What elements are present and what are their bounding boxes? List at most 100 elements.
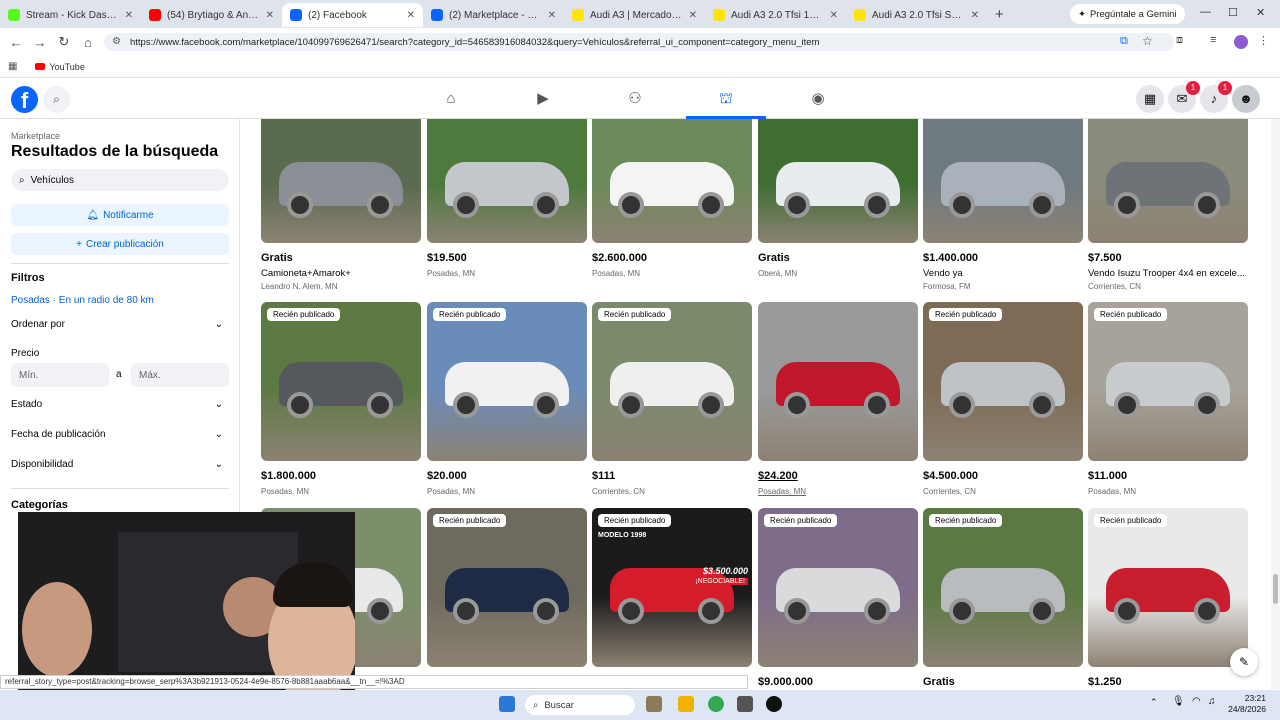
chevron-down-icon: ⌄ [214,319,223,330]
minimize-icon[interactable]: — [1200,6,1211,18]
file-explorer-icon[interactable] [678,696,694,712]
video-nav-icon[interactable]: ▶ [531,87,555,111]
calculator-icon[interactable] [737,696,753,712]
listing-photo[interactable] [427,119,587,243]
wheel-shape [618,598,644,625]
back-icon[interactable]: ← [4,35,28,50]
bookmark-youtube[interactable]: YouTube [35,62,85,72]
windows-start-icon[interactable] [499,696,515,712]
groups-nav-icon[interactable]: ◉ [806,87,830,111]
system-clock[interactable]: 23:21 24/8/2026 [1228,693,1266,715]
facebook-logo-icon[interactable]: f [11,86,38,113]
close-tab-icon[interactable]: ✕ [689,10,697,21]
close-tab-icon[interactable]: ✕ [407,10,415,21]
listing-photo[interactable] [758,302,918,461]
listing-price: $1.400.000 [923,252,979,264]
listings-grid: Gratis Camioneta+Amarok+ Leandro N. Alem, … [241,119,1266,689]
menu-grid-icon[interactable]: ▦ [1136,85,1164,113]
sort-dropdown[interactable]: Ordenar por ⌄ [11,319,223,330]
browser-tab[interactable]: (2) Facebook ✕ [282,3,423,27]
close-tab-icon[interactable]: ✕ [125,10,133,21]
listing-photo[interactable]: MODELO 1998 $3.500.000 ¡NEGOCIABLE! Recién … [592,508,752,667]
listing-photo[interactable]: Recién publicado [1088,508,1248,667]
state-dropdown[interactable]: Estado ⌄ [11,399,223,410]
new-listing-badge: Recién publicado [929,308,1003,321]
browser-tab[interactable]: Stream - Kick Dashbo ✕ [0,3,141,27]
volume-icon[interactable]: ♫ [1208,696,1216,707]
microphone-icon[interactable]: 🎙︎ [1172,696,1185,707]
close-tab-icon[interactable]: ✕ [830,10,838,21]
chrome-icon[interactable] [708,696,724,712]
friends-nav-icon[interactable]: ⚇ [623,87,647,111]
reload-icon[interactable]: ↻ [52,34,76,50]
obs-icon[interactable] [766,696,782,712]
listing-photo[interactable] [923,119,1083,243]
listing-photo[interactable] [1088,119,1248,243]
messenger-icon[interactable]: ✉ 1 [1168,81,1200,113]
app-icon[interactable] [646,696,662,712]
listing-photo[interactable]: Recién publicado [427,302,587,461]
bookmark-star-icon[interactable]: ☆ [1142,34,1153,48]
listing-photo[interactable] [261,119,421,243]
location-filter-link[interactable]: Posadas · En un radio de 80 km [11,295,154,306]
close-tab-icon[interactable]: ✕ [266,10,274,21]
reading-list-icon[interactable]: ≡ [1210,34,1216,46]
tab-favicon-icon [149,9,161,21]
min-price-input[interactable]: Mín. [11,363,109,387]
listing-photo[interactable] [592,119,752,243]
listing-photo[interactable]: Recién publicado [923,302,1083,461]
profile-avatar[interactable] [1234,35,1248,49]
compose-icon[interactable]: ✎ [1230,648,1258,676]
wifi-icon[interactable]: ◠ [1192,696,1201,707]
listing-price: $4.500.000 [923,470,979,482]
listing-photo[interactable]: Recién publicado [758,508,918,667]
maximize-icon[interactable]: ☐ [1228,6,1238,19]
listing-photo[interactable] [758,119,918,243]
listing-photo[interactable]: Recién publicado [1088,302,1248,461]
wheel-shape [618,392,644,419]
page-scrollbar[interactable] [1271,119,1280,689]
divider [11,488,229,489]
wheel-shape [453,392,479,419]
availability-dropdown[interactable]: Disponibilidad ⌄ [11,459,223,470]
browser-tab[interactable]: Audi A3 2.0 Tfsi Sedan 19✕ [846,3,987,27]
notify-button[interactable]: 🔔︎ Notificarme [11,204,229,226]
max-price-input[interactable]: Máx. [131,363,229,387]
browser-tab[interactable]: (2) Marketplace - Vento 2✕ [423,3,564,27]
browser-menu-icon[interactable]: ⋮ [1258,34,1269,47]
new-tab-icon[interactable]: + [987,6,1012,23]
browser-tab[interactable]: Audi A3 | Mercado Libre✕ [564,3,705,27]
home-nav-icon[interactable]: ⌂ [439,87,463,111]
home-icon[interactable]: ⌂ [76,35,100,50]
address-bar[interactable]: https://www.facebook.com/marketplace/104… [104,33,1174,51]
account-avatar[interactable]: ☻ [1232,85,1260,113]
listing-photo[interactable]: Recién publicado [592,302,752,461]
browser-tab[interactable]: (54) Brytiago & Anuel ✕ [141,3,282,27]
close-window-icon[interactable]: ✕ [1256,6,1265,19]
search-icon[interactable]: ⌕ [43,86,70,113]
forward-icon[interactable]: → [28,35,52,50]
marketplace-nav-icon[interactable]: ⛫ [714,87,738,111]
search-input[interactable]: ⌕ Vehículos [11,169,229,191]
create-listing-button[interactable]: + Crear publicación [11,233,229,255]
new-listing-badge: Recién publicado [764,514,838,527]
wheel-shape [1029,392,1055,419]
gemini-button[interactable]: ✦ Pregúntale a Gemini [1070,4,1185,24]
date-dropdown[interactable]: Fecha de publicación ⌄ [11,429,223,440]
notifications-icon[interactable]: ♪ 1 [1200,81,1232,113]
apps-grid-icon[interactable]: ▦ [8,61,17,72]
listing-photo[interactable]: Recién publicado [261,302,421,461]
browser-tab[interactable]: Audi A3 2.0 Tfsi 190cv | M✕ [705,3,846,27]
listing-price: $9.000.000 [758,676,814,688]
extensions-icon[interactable]: ⧈ [1176,34,1183,47]
tray-chevron-icon[interactable]: ⌃ [1150,697,1158,708]
scrollbar-thumb[interactable] [1273,574,1278,604]
listing-photo[interactable]: Recién publicado [923,508,1083,667]
close-tab-icon[interactable]: ✕ [548,10,556,21]
wheel-shape [784,598,810,625]
translate-icon[interactable]: ⧉ [1120,35,1128,48]
taskbar-search[interactable]: ⌕ Buscar [525,695,635,715]
listing-photo[interactable]: Recién publicado [427,508,587,667]
site-info-icon[interactable]: ⚙ [112,36,121,47]
close-tab-icon[interactable]: ✕ [971,10,979,21]
